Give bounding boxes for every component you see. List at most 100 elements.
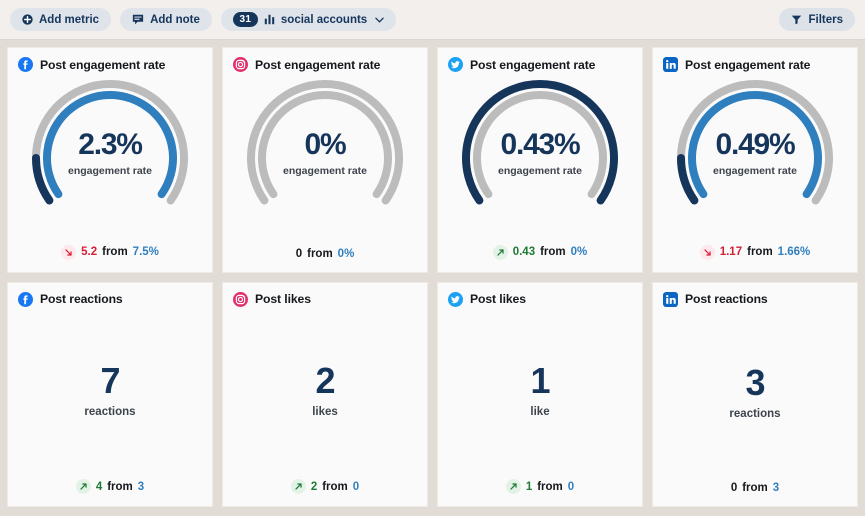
- delta-arrow-down-icon: [699, 244, 715, 260]
- number-container: 1 like: [448, 307, 632, 480]
- metric-unit-label: engagement rate: [712, 165, 798, 177]
- delta-value: 4: [95, 480, 103, 493]
- delta-previous-value: 0: [567, 480, 575, 493]
- add-note-button[interactable]: Add note: [120, 8, 212, 31]
- gauge-container: 0% engagement rate: [233, 74, 417, 248]
- note-icon: [132, 14, 144, 25]
- metric-value: 0%: [304, 128, 347, 161]
- delta-row: 5.2 from 7.5%: [18, 244, 202, 264]
- number-container: 7 reactions: [18, 307, 202, 480]
- card-title: Post engagement rate: [255, 57, 381, 72]
- metric-value: 0.43%: [500, 128, 580, 161]
- linkedin-icon: [663, 291, 678, 307]
- card-title: Post likes: [470, 292, 526, 306]
- metric-card[interactable]: Post engagement rate 0% engagement rate …: [222, 47, 428, 273]
- gauge-container: 0.43% engagement rate: [448, 74, 632, 245]
- delta-arrow-up-icon: [492, 244, 508, 260]
- instagram-icon: [233, 57, 248, 72]
- delta-arrow-down-icon: [61, 244, 77, 260]
- metric-value: 0.49%: [715, 128, 795, 161]
- metric-card[interactable]: Post likes 1 like 1 from 0: [437, 281, 643, 507]
- metrics-grid: Post engagement rate 2.3% engagement rat…: [0, 40, 865, 516]
- metric-card[interactable]: Post likes 2 likes 2 from 0: [222, 281, 428, 507]
- filters-label: Filters: [808, 13, 843, 26]
- metric-value: 2.3%: [78, 128, 143, 161]
- delta-value: 1: [525, 480, 533, 493]
- number-container: 2 likes: [233, 307, 417, 480]
- facebook-icon: [18, 57, 33, 72]
- funnel-icon: [791, 14, 802, 25]
- card-title: Post reactions: [40, 292, 123, 306]
- delta-previous-value: 0%: [570, 246, 588, 258]
- card-header: Post engagement rate: [233, 57, 417, 72]
- card-header: Post engagement rate: [663, 57, 847, 72]
- metric-value: 1: [530, 360, 550, 402]
- delta-from-label: from: [307, 247, 333, 260]
- gauge-chart: 0% engagement rate: [241, 74, 409, 206]
- delta-value: 1.17: [719, 246, 743, 258]
- delta-row: 0 from 0%: [233, 248, 417, 264]
- card-header: Post reactions: [18, 291, 202, 307]
- delta-from-label: from: [102, 246, 128, 258]
- delta-row: 1 from 0: [448, 479, 632, 498]
- delta-row: 2 from 0: [233, 479, 417, 498]
- delta-from-label: from: [537, 480, 563, 493]
- delta-value: 5.2: [81, 246, 98, 258]
- metric-card[interactable]: Post reactions 7 reactions 4 from 3: [7, 281, 213, 507]
- filters-button[interactable]: Filters: [779, 8, 855, 31]
- gauge-center-labels: 0% engagement rate: [241, 128, 409, 178]
- metric-value: 2: [315, 360, 335, 402]
- delta-previous-value: 0%: [337, 247, 355, 260]
- delta-from-label: from: [742, 482, 768, 494]
- gauge-chart: 2.3% engagement rate: [26, 74, 194, 206]
- metric-card[interactable]: Post engagement rate 0.49% engagement ra…: [652, 47, 858, 273]
- delta-value: 0: [295, 247, 303, 260]
- metric-card[interactable]: Post reactions 3 reactions 0 from 3: [652, 281, 858, 507]
- chevron-down-icon: [375, 15, 384, 25]
- delta-from-label: from: [540, 246, 566, 258]
- delta-value: 2: [310, 480, 318, 493]
- metric-unit-label: engagement rate: [67, 165, 153, 177]
- delta-previous-value: 3: [772, 482, 780, 494]
- social-accounts-selector[interactable]: 31 social accounts: [220, 8, 397, 31]
- card-header: Post reactions: [663, 291, 847, 307]
- metric-card[interactable]: Post engagement rate 2.3% engagement rat…: [7, 47, 213, 273]
- delta-from-label: from: [322, 480, 348, 493]
- delta-previous-value: 1.66%: [777, 246, 811, 258]
- card-title: Post engagement rate: [685, 57, 811, 72]
- metric-unit-label: reactions: [729, 407, 781, 420]
- metric-unit-label: engagement rate: [497, 165, 583, 177]
- card-title: Post engagement rate: [40, 57, 166, 72]
- delta-row: 0 from 3: [663, 482, 847, 498]
- social-accounts-count: 31: [232, 12, 258, 27]
- add-metric-label: Add metric: [39, 13, 100, 26]
- instagram-icon: [233, 291, 248, 307]
- delta-arrow-up-icon: [75, 479, 91, 494]
- gauge-container: 2.3% engagement rate: [18, 74, 202, 245]
- social-accounts-label: social accounts: [280, 13, 368, 26]
- delta-row: 0.43 from 0%: [448, 244, 632, 264]
- twitter-icon: [448, 57, 463, 72]
- card-header: Post likes: [448, 291, 632, 307]
- metric-card[interactable]: Post engagement rate 0.43% engagement ra…: [437, 47, 643, 273]
- card-title: Post reactions: [685, 292, 768, 306]
- delta-from-label: from: [747, 246, 773, 258]
- add-note-label: Add note: [150, 13, 200, 26]
- delta-value: 0.43: [512, 246, 536, 258]
- gauge-chart: 0.49% engagement rate: [671, 74, 839, 206]
- metric-value: 3: [745, 361, 765, 403]
- card-header: Post engagement rate: [448, 57, 632, 72]
- bar-chart-icon: [264, 14, 275, 25]
- add-metric-button[interactable]: Add metric: [10, 8, 112, 31]
- delta-row: 4 from 3: [18, 479, 202, 498]
- facebook-icon: [18, 291, 33, 307]
- delta-row: 1.17 from 1.66%: [663, 244, 847, 264]
- metric-unit-label: reactions: [84, 406, 136, 419]
- metric-unit-label: like: [530, 406, 550, 419]
- card-header: Post engagement rate: [18, 57, 202, 72]
- delta-from-label: from: [107, 480, 133, 493]
- plus-circle-icon: [22, 14, 33, 25]
- card-title: Post engagement rate: [470, 57, 596, 72]
- gauge-center-labels: 0.49% engagement rate: [671, 128, 839, 178]
- metric-unit-label: likes: [312, 406, 338, 419]
